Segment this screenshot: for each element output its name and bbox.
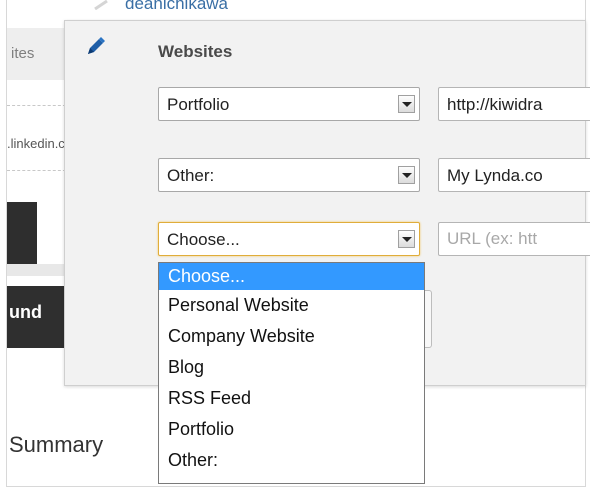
website-url-field[interactable] (438, 222, 590, 256)
websites-tab-label: ites (11, 45, 35, 62)
pencil-icon (94, 0, 108, 10)
background-section-label: und (9, 302, 42, 322)
url-value: My Lynda.co (447, 166, 543, 185)
dropdown-option[interactable]: Portfolio (159, 416, 424, 443)
pencil-icon[interactable] (84, 36, 106, 58)
selected-value: Choose... (167, 230, 240, 249)
dropdown-option[interactable]: Other: (159, 447, 424, 474)
summary-heading: Summary (9, 432, 104, 457)
chevron-down-icon[interactable] (398, 230, 415, 248)
profile-user-name[interactable]: deanichikawa (125, 0, 228, 14)
dropdown-option[interactable]: RSS Feed (159, 385, 424, 412)
url-input[interactable] (439, 223, 590, 255)
dropdown-option[interactable]: Personal Website (159, 292, 424, 319)
chevron-down-icon[interactable] (398, 95, 415, 113)
website-url-field[interactable]: http://kiwidra (438, 87, 590, 121)
website-url-field[interactable]: My Lynda.co (438, 158, 590, 192)
url-value: http://kiwidra (447, 95, 543, 114)
selected-value: Other: (167, 166, 215, 185)
selected-value: Portfolio (167, 95, 230, 114)
website-type-select[interactable]: Choose... (158, 222, 420, 256)
website-type-dropdown-list: Choose... Personal Website Company Websi… (158, 262, 425, 484)
dropdown-option[interactable]: Company Website (159, 323, 424, 350)
dark-section-bar (7, 202, 37, 264)
website-type-select[interactable]: Portfolio (158, 87, 420, 121)
panel-title: Websites (158, 42, 233, 61)
dropdown-option[interactable]: Blog (159, 354, 424, 381)
website-type-select[interactable]: Other: (158, 158, 420, 192)
chevron-down-icon[interactable] (398, 166, 415, 184)
dropdown-option[interactable]: Choose... (159, 263, 424, 290)
